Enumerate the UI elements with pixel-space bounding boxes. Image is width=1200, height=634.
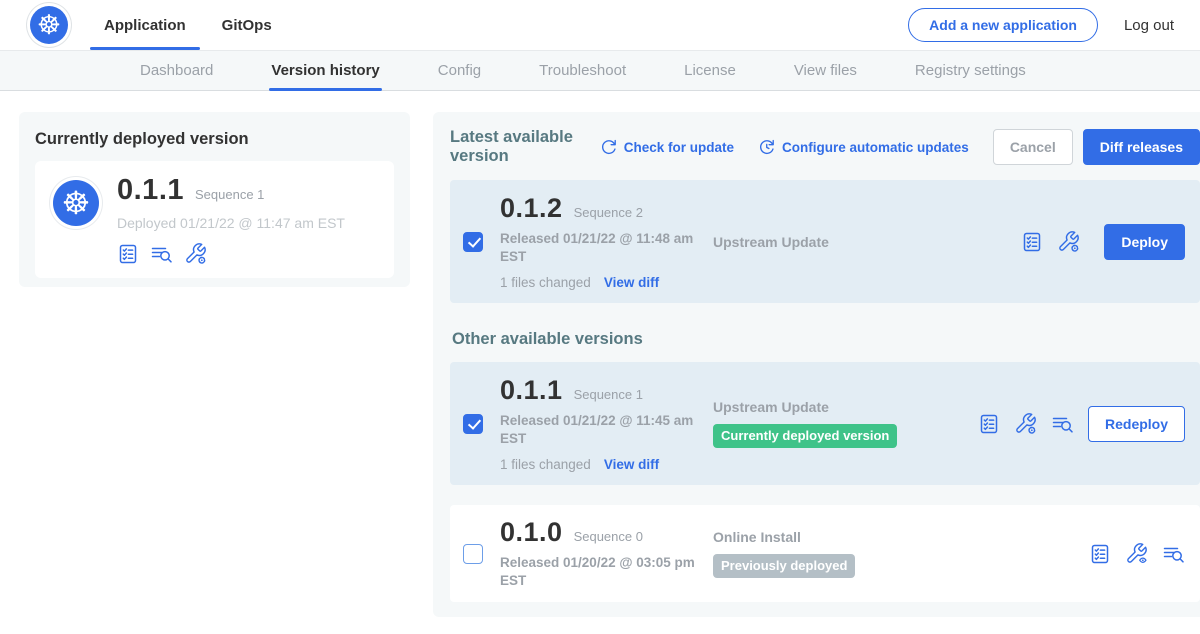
add-new-application-button[interactable]: Add a new application [908, 8, 1098, 42]
kubernetes-logo-icon [30, 6, 68, 44]
version-source: Online Install [713, 529, 978, 545]
cancel-button[interactable]: Cancel [993, 129, 1073, 165]
deployed-sequence-label: Sequence 1 [195, 187, 264, 202]
preflight-checklist-icon[interactable] [1021, 231, 1043, 253]
logout-button[interactable]: Log out [1124, 17, 1174, 34]
deployed-version-card: 0.1.1 Sequence 1 Deployed 01/21/22 @ 11:… [35, 161, 394, 278]
other-available-versions-title: Other available versions [452, 330, 1200, 349]
deploy-logs-icon[interactable] [1051, 413, 1074, 435]
tab-gitops[interactable]: GitOps [208, 0, 286, 50]
check-for-update-link[interactable]: Check for update [600, 138, 734, 156]
diff-releases-button[interactable]: Diff releases [1083, 129, 1200, 165]
edit-config-icon[interactable] [184, 242, 207, 265]
diff-select-checkbox[interactable] [463, 544, 483, 564]
edit-config-icon[interactable] [1014, 412, 1037, 435]
preflight-checklist-icon[interactable] [117, 243, 139, 265]
deploy-logs-icon[interactable] [1162, 543, 1185, 565]
version-number: 0.1.2 [500, 193, 563, 224]
navbar-right: Add a new application Log out [908, 8, 1174, 42]
subnav-version-history[interactable]: Version history [271, 51, 379, 90]
deployed-timestamp: Deployed 01/21/22 @ 11:47 am EST [117, 215, 345, 231]
version-number: 0.1.0 [500, 517, 563, 548]
sequence-label: Sequence 0 [574, 529, 643, 544]
view-config-icon[interactable] [1125, 542, 1148, 565]
configure-automatic-updates-link[interactable]: Configure automatic updates [758, 138, 969, 156]
diff-select-checkbox[interactable] [463, 414, 483, 434]
view-diff-link[interactable]: View diff [604, 275, 659, 290]
deploy-button[interactable]: Deploy [1104, 224, 1185, 260]
files-changed-label: 1 files changed [500, 457, 591, 472]
subnav-dashboard[interactable]: Dashboard [140, 51, 213, 90]
sequence-label: Sequence 2 [574, 205, 643, 220]
subnav-license[interactable]: License [684, 51, 736, 90]
edit-config-icon[interactable] [1057, 230, 1080, 253]
auto-update-clock-icon [758, 138, 776, 156]
currently-deployed-badge: Currently deployed version [713, 424, 897, 448]
diff-select-checkbox[interactable] [463, 232, 483, 252]
app-subnav: Dashboard Version history Config Trouble… [0, 50, 1200, 91]
version-source: Upstream Update [713, 234, 978, 250]
version-number: 0.1.1 [500, 375, 563, 406]
tab-application[interactable]: Application [90, 0, 200, 50]
subnav-registry-settings[interactable]: Registry settings [915, 51, 1026, 90]
view-diff-link[interactable]: View diff [604, 457, 659, 472]
version-row-0-1-2: 0.1.2 Sequence 2 Released 01/21/22 @ 11:… [450, 180, 1200, 303]
sequence-label: Sequence 1 [574, 387, 643, 402]
latest-version-header: Latest available version Check for updat… [450, 128, 1200, 166]
currently-deployed-title: Currently deployed version [35, 130, 394, 149]
previously-deployed-badge: Previously deployed [713, 554, 855, 578]
subnav-troubleshoot[interactable]: Troubleshoot [539, 51, 626, 90]
subnav-config[interactable]: Config [438, 51, 481, 90]
version-history-panel: Latest available version Check for updat… [433, 112, 1200, 617]
released-timestamp: Released 01/20/22 @ 03:05 pm EST [500, 554, 713, 589]
preflight-checklist-icon[interactable] [978, 413, 1000, 435]
top-navbar: Application GitOps Add a new application… [0, 0, 1200, 50]
version-row-0-1-1: 0.1.1 Sequence 1 Released 01/21/22 @ 11:… [450, 362, 1200, 485]
deployed-version-number: 0.1.1 [117, 174, 184, 207]
subnav-view-files[interactable]: View files [794, 51, 857, 90]
files-changed-label: 1 files changed [500, 275, 591, 290]
released-timestamp: Released 01/21/22 @ 11:48 am EST [500, 230, 713, 265]
version-row-0-1-0: 0.1.0 Sequence 0 Released 01/20/22 @ 03:… [450, 505, 1200, 602]
version-source: Upstream Update [713, 399, 978, 415]
main-content: Currently deployed version 0.1.1 Sequenc… [0, 91, 1200, 617]
currently-deployed-card: Currently deployed version 0.1.1 Sequenc… [19, 112, 410, 287]
app-kubernetes-icon [53, 180, 99, 226]
deploy-logs-icon[interactable] [150, 243, 173, 265]
refresh-icon [600, 138, 618, 156]
redeploy-button[interactable]: Redeploy [1088, 406, 1185, 442]
released-timestamp: Released 01/21/22 @ 11:45 am EST [500, 412, 713, 447]
preflight-checklist-icon[interactable] [1089, 543, 1111, 565]
latest-available-title: Latest available version [450, 128, 584, 166]
